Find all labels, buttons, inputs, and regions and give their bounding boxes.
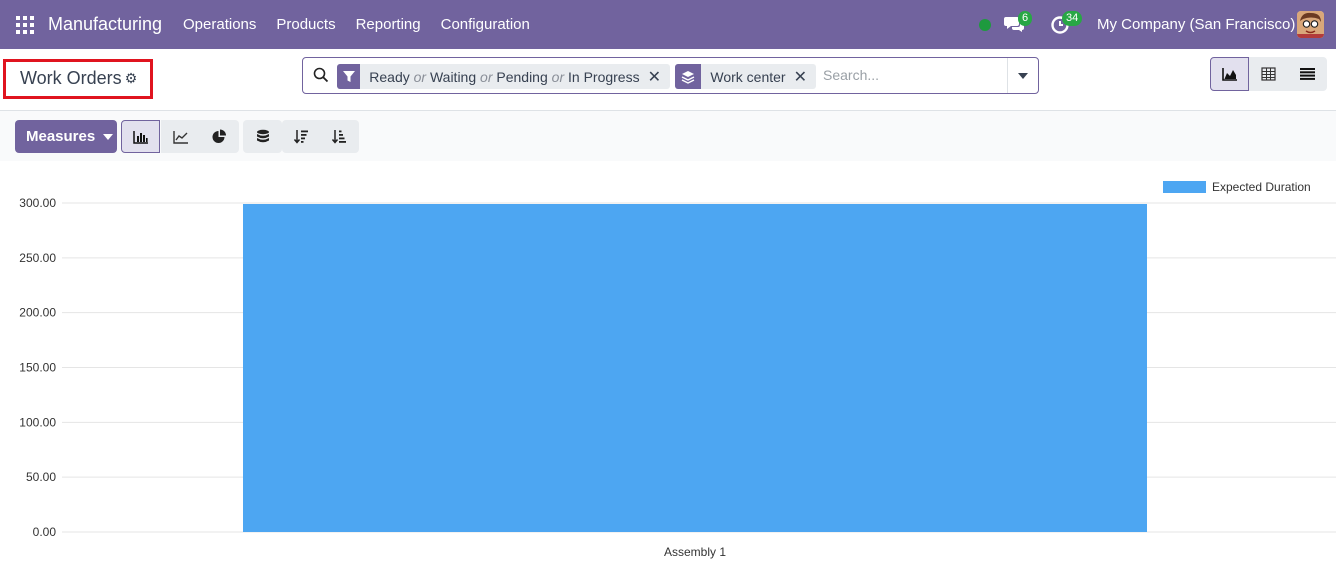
search-icon[interactable]: [313, 67, 329, 83]
y-tick-label: 100.00: [19, 415, 56, 429]
search-input[interactable]: [823, 67, 1003, 83]
search-options-toggle[interactable]: [1007, 58, 1038, 93]
company-switcher[interactable]: My Company (San Francisco): [1097, 16, 1295, 33]
app-name[interactable]: Manufacturing: [48, 14, 162, 35]
filter-facet-label: Ready or Waiting or Pending or In Progre…: [369, 68, 640, 85]
groupby-facet-label: Work center: [710, 68, 786, 85]
caret-down-icon: [103, 133, 114, 140]
area-chart-icon: [1221, 68, 1237, 81]
menu-operations[interactable]: Operations: [183, 16, 256, 33]
gear-icon[interactable]: ⚙: [125, 70, 138, 87]
apps-menu-icon[interactable]: [16, 16, 34, 34]
x-tick-label: Assembly 1: [664, 545, 726, 559]
sort-ascending-button[interactable]: [320, 120, 359, 153]
filter-facet: Ready or Waiting or Pending or In Progre…: [337, 64, 670, 89]
y-tick-label: 200.00: [19, 306, 56, 320]
activities-badge: 34: [1062, 11, 1083, 26]
list-icon: [1300, 68, 1315, 80]
legend-swatch: [1163, 181, 1206, 193]
y-tick-label: 0.00: [33, 525, 57, 539]
stacked-button[interactable]: [243, 120, 282, 153]
control-panel: Work Orders ⚙ Ready or Waiting or Pending…: [0, 49, 1336, 111]
chevron-down-icon: [1018, 72, 1028, 79]
y-tick-label: 150.00: [19, 361, 56, 375]
page-title: Work Orders: [20, 68, 122, 88]
bar-chart: 0.00 50.00 100.00 150.00 200.00 250.00 300.00 A…: [19, 180, 1336, 559]
table-grid-icon: [1261, 67, 1276, 81]
menu-configuration[interactable]: Configuration: [441, 16, 530, 33]
list-view-button[interactable]: [1288, 57, 1327, 91]
line-chart-icon: [172, 130, 188, 144]
pie-chart-icon: [212, 129, 226, 143]
line-chart-button[interactable]: [161, 120, 200, 153]
presence-status-icon: [979, 19, 991, 31]
pie-chart-button[interactable]: [200, 120, 239, 153]
layers-icon: [675, 64, 702, 89]
measures-button[interactable]: Measures: [15, 120, 117, 153]
remove-filter-close-icon[interactable]: ✕: [648, 67, 670, 87]
bar-chart-icon: [132, 130, 148, 144]
search-bar: Ready or Waiting or Pending or In Progre…: [302, 57, 1039, 94]
sort-descending-button[interactable]: [282, 120, 321, 153]
pivot-view-button[interactable]: [1249, 57, 1288, 91]
graph-view: Measures 0.00 50.00 100.00 150.00 200.00…: [0, 111, 1336, 576]
database-stack-icon: [256, 129, 269, 142]
sort-descending-icon: [294, 130, 308, 144]
y-tick-label: 300.00: [19, 196, 56, 210]
legend-label: Expected Duration: [1212, 180, 1311, 194]
remove-groupby-close-icon[interactable]: ✕: [794, 67, 816, 87]
bar: [243, 204, 1147, 532]
bar-chart-button[interactable]: [121, 120, 160, 153]
filter-icon: [337, 64, 361, 89]
y-tick-label: 250.00: [19, 251, 56, 265]
main-menu: Operations Products Reporting Configurat…: [183, 16, 530, 33]
user-avatar[interactable]: [1297, 11, 1324, 38]
breadcrumb: Work Orders ⚙: [3, 59, 153, 99]
y-tick-label: 50.00: [26, 470, 56, 484]
view-switcher: [1210, 57, 1327, 91]
menu-products[interactable]: Products: [276, 16, 335, 33]
groupby-facet: Work center ✕: [675, 64, 816, 89]
top-navbar: Manufacturing Operations Products Report…: [0, 0, 1336, 49]
sort-ascending-icon: [332, 130, 346, 144]
menu-reporting[interactable]: Reporting: [356, 16, 421, 33]
messages-badge: 6: [1018, 11, 1033, 26]
graph-view-button[interactable]: [1210, 57, 1249, 91]
